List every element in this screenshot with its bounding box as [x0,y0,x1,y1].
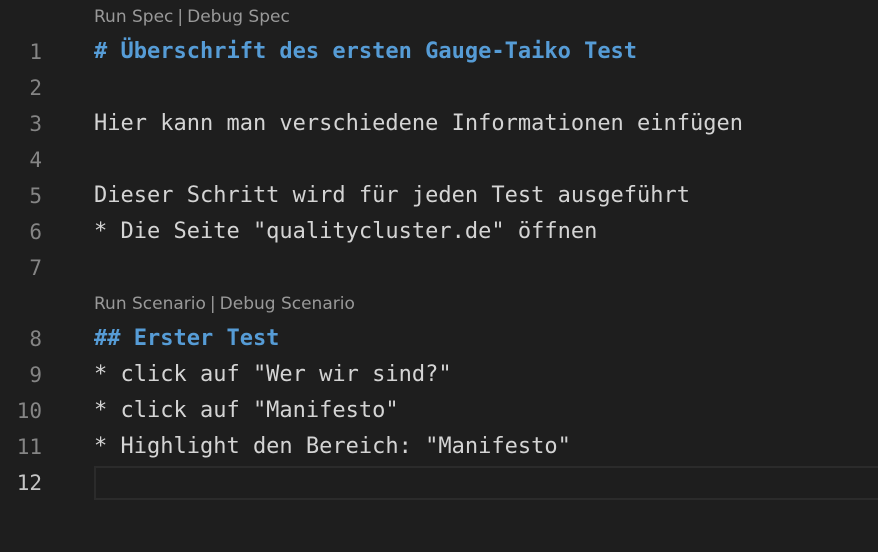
line-number: 9 [29,363,42,387]
debug-scenario-link[interactable]: Debug Scenario [220,294,355,314]
line-text[interactable]: Hier kann man verschiedene Informationen… [94,106,743,142]
editor-line[interactable]: 7 [0,250,878,286]
line-text[interactable]: Dieser Schritt wird für jeden Test ausge… [94,178,690,214]
line-number-active: 12 [16,471,42,495]
editor-line[interactable]: 4 [0,142,878,178]
run-scenario-link[interactable]: Run Scenario [94,294,206,314]
code-editor[interactable]: Run Spec | Debug Spec 1 # Überschrift des … [0,0,878,552]
step-line[interactable]: * Highlight den Bereich: "Manifesto" [94,429,571,465]
line-number: 4 [29,148,42,172]
editor-line[interactable]: 5 Dieser Schritt wird für jeden Test aus… [0,178,878,214]
line-number: 3 [29,112,42,136]
line-number: 11 [16,435,42,459]
line-number: 6 [29,220,42,244]
editor-line[interactable]: 2 [0,70,878,106]
codelens-scenario: Run Scenario | Debug Scenario [94,291,355,317]
editor-line[interactable]: 10 * click auf "Manifesto" [0,393,878,429]
step-line[interactable]: * Die Seite "qualitycluster.de" öffnen [94,214,597,250]
editor-line-active[interactable]: 12 [0,465,878,501]
line-number: 7 [29,256,42,280]
editor-line[interactable]: 6 * Die Seite "qualitycluster.de" öffnen [0,214,878,250]
codelens-separator: | [209,294,216,314]
line-number: 8 [29,327,42,351]
editor-line[interactable]: 9 * click auf "Wer wir sind?" [0,357,878,393]
codelens-separator: | [177,7,184,27]
line-number: 2 [29,76,42,100]
spec-heading[interactable]: # Überschrift des ersten Gauge-Taiko Tes… [94,34,637,70]
editor-line[interactable]: 11 * Highlight den Bereich: "Manifesto" [0,429,878,465]
codelens-spec: Run Spec | Debug Spec [94,4,290,30]
step-line[interactable]: * click auf "Wer wir sind?" [94,357,452,393]
scenario-heading[interactable]: ## Erster Test [94,321,279,357]
line-number: 5 [29,184,42,208]
editor-line[interactable]: 3 Hier kann man verschiedene Information… [0,106,878,142]
editor-line[interactable]: 8 ## Erster Test [0,321,878,357]
text-cursor [96,471,98,495]
debug-spec-link[interactable]: Debug Spec [187,7,290,27]
line-number: 10 [16,399,42,423]
editor-line[interactable]: 1 # Überschrift des ersten Gauge-Taiko T… [0,34,878,70]
step-line[interactable]: * click auf "Manifesto" [94,393,399,429]
line-number: 1 [29,40,42,64]
run-spec-link[interactable]: Run Spec [94,7,173,27]
